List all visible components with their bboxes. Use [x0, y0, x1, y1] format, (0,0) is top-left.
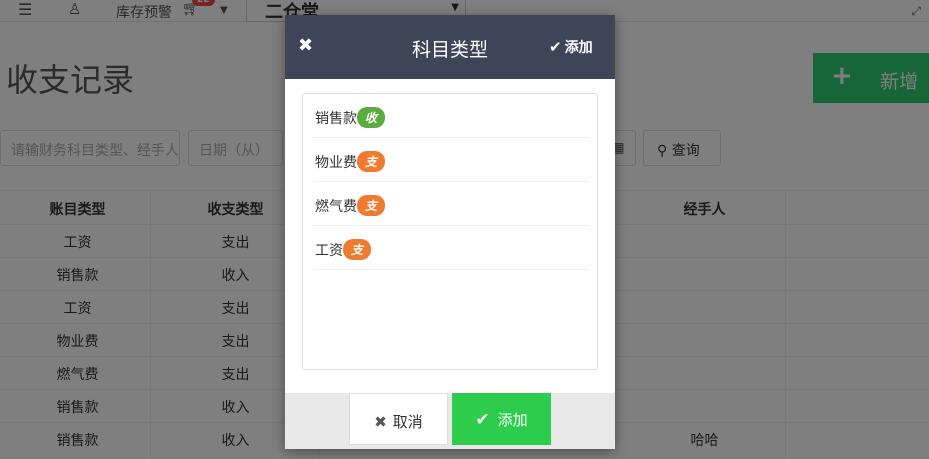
account-type-dialog: ✖ 科目类型 ✔ 添加 销售款收 物业费支 燃气费支 工资支 ✖ 取消 ✔ 添加 [285, 15, 615, 449]
check-icon: ✔ [549, 38, 562, 56]
account-type-list: 销售款收 物业费支 燃气费支 工资支 [302, 93, 598, 370]
list-item[interactable]: 物业费支 [313, 138, 589, 182]
list-item[interactable]: 燃气费支 [313, 182, 589, 226]
header-add-button[interactable]: ✔ 添加 [549, 37, 593, 57]
list-item[interactable]: 销售款收 [313, 94, 589, 138]
confirm-label: 添加 [497, 411, 528, 429]
cancel-label: 取消 [392, 413, 423, 431]
income-tag: 收 [357, 107, 386, 128]
expense-tag: 支 [357, 195, 386, 216]
expense-tag: 支 [343, 239, 372, 260]
item-name: 物业费 [315, 155, 357, 171]
cancel-button[interactable]: ✖ 取消 [349, 393, 448, 445]
item-name: 工资 [315, 243, 343, 259]
list-item[interactable]: 工资支 [313, 226, 589, 270]
item-name: 销售款 [315, 111, 357, 127]
item-name: 燃气费 [315, 199, 357, 215]
dialog-footer: ✖ 取消 ✔ 添加 [285, 393, 615, 449]
close-icon: ✖ [374, 413, 387, 431]
header-add-label: 添加 [564, 40, 593, 56]
confirm-add-button[interactable]: ✔ 添加 [452, 393, 551, 445]
dialog-header: ✖ 科目类型 ✔ 添加 [285, 15, 615, 79]
expense-tag: 支 [357, 151, 386, 172]
check-icon: ✔ [475, 410, 490, 430]
